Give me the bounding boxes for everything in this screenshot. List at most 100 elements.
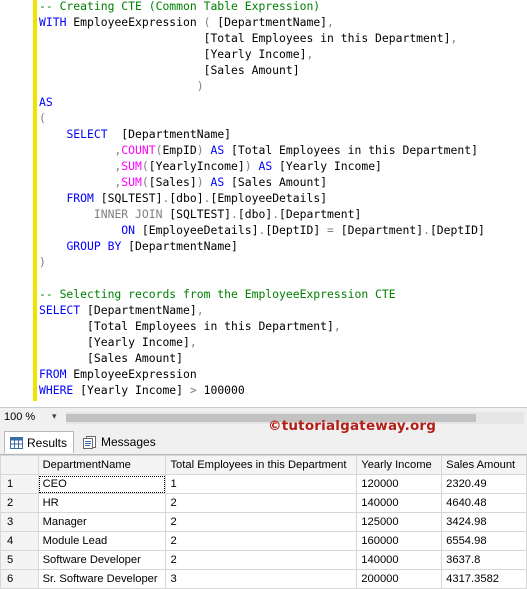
- table-cell[interactable]: 120000: [356, 474, 443, 494]
- table-cell[interactable]: 2: [165, 512, 358, 532]
- tab-results[interactable]: Results: [4, 431, 74, 453]
- code-line[interactable]: ): [39, 254, 485, 270]
- table-cell[interactable]: 3637.8: [441, 550, 527, 570]
- table-cell[interactable]: 2: [165, 550, 358, 570]
- code-token: [DeptID]: [265, 223, 321, 237]
- code-token: EmpID: [162, 143, 197, 157]
- code-token: ,: [196, 303, 204, 317]
- code-token: AS: [39, 95, 53, 109]
- table-cell[interactable]: Module Lead: [37, 531, 167, 551]
- code-line[interactable]: ): [39, 78, 485, 94]
- code-token: [Department]: [340, 223, 424, 237]
- code-line[interactable]: (: [39, 110, 485, 126]
- row-number[interactable]: 4: [0, 531, 39, 551]
- column-header[interactable]: Sales Amount: [441, 455, 527, 475]
- table-cell[interactable]: Sr. Software Developer: [37, 569, 167, 589]
- code-line[interactable]: SELECT [DepartmentName]: [39, 126, 485, 142]
- code-token: [Total Employees in this Department]: [39, 319, 334, 333]
- code-token: ,: [189, 335, 197, 349]
- table-cell[interactable]: 3424.98: [441, 512, 527, 532]
- table-cell[interactable]: HR: [37, 493, 167, 513]
- code-token: WHERE: [39, 383, 74, 397]
- table-cell[interactable]: 125000: [356, 512, 443, 532]
- code-line[interactable]: -- Selecting records from the EmployeeEx…: [39, 286, 485, 302]
- code-line[interactable]: WHERE [Yearly Income] > 100000: [39, 382, 485, 398]
- code-token: SUM: [121, 175, 142, 189]
- column-header[interactable]: Yearly Income: [356, 455, 443, 475]
- code-token: ,: [333, 319, 341, 333]
- table-row[interactable]: 2 HR 2 140000 4640.48: [0, 493, 527, 513]
- code-line[interactable]: INNER JOIN [SQLTEST].[dbo].[Department]: [39, 206, 485, 222]
- table-cell[interactable]: 2: [165, 531, 358, 551]
- table-cell[interactable]: 200000: [356, 569, 443, 589]
- corner-cell[interactable]: [0, 455, 39, 475]
- code-line[interactable]: FROM EmployeeExpression: [39, 366, 485, 382]
- tab-messages[interactable]: Messages: [78, 431, 156, 453]
- results-grid[interactable]: DepartmentName Total Employees in this D…: [0, 454, 527, 589]
- code-token: ON: [121, 223, 136, 237]
- code-token: FROM: [66, 191, 94, 205]
- table-cell[interactable]: 4317.3582: [441, 569, 527, 589]
- code-token: ): [196, 143, 204, 157]
- row-number[interactable]: 1: [0, 474, 39, 494]
- code-token: -- Creating CTE (Common Table Expression…: [39, 0, 321, 13]
- row-number[interactable]: 3: [0, 512, 39, 532]
- code-token: AS: [251, 159, 273, 173]
- column-header[interactable]: DepartmentName: [37, 455, 167, 475]
- row-number[interactable]: 5: [0, 550, 39, 570]
- table-row[interactable]: 6 Sr. Software Developer 3 200000 4317.3582: [0, 569, 527, 589]
- code-line[interactable]: GROUP BY [DepartmentName]: [39, 238, 485, 254]
- row-number[interactable]: 2: [0, 493, 39, 513]
- code-line[interactable]: WITH EmployeeExpression ( [DepartmentNam…: [39, 14, 485, 30]
- table-cell[interactable]: 140000: [356, 493, 443, 513]
- table-row[interactable]: 5 Software Developer 2 140000 3637.8: [0, 550, 527, 570]
- table-cell[interactable]: 6554.98: [441, 531, 527, 551]
- code-line[interactable]: ,COUNT(EmpID) AS [Total Employees in thi…: [39, 142, 485, 158]
- table-row[interactable]: 1 CEO 1 120000 2320.49: [0, 474, 527, 494]
- code-line[interactable]: SELECT [DepartmentName],: [39, 302, 485, 318]
- code-line[interactable]: FROM [SQLTEST].[dbo].[EmployeeDetails]: [39, 190, 485, 206]
- table-cell[interactable]: 160000: [356, 531, 443, 551]
- zoom-dropdown[interactable]: 100 % ▾: [4, 411, 60, 425]
- code-token: [Sales Amount]: [39, 63, 300, 77]
- table-cell[interactable]: 3: [165, 569, 358, 589]
- code-token: (: [39, 111, 46, 125]
- messages-icon: [83, 435, 96, 449]
- code-line[interactable]: [Total Employees in this Department],: [39, 318, 485, 334]
- code-token: EmployeeExpression: [66, 15, 204, 29]
- query-editor[interactable]: -- Creating CTE (Common Table Expression…: [0, 0, 527, 407]
- column-header[interactable]: Total Employees in this Department: [165, 455, 358, 475]
- code-line[interactable]: ON [EmployeeDetails].[DeptID] = [Departm…: [39, 222, 485, 238]
- code-line[interactable]: [39, 270, 485, 286]
- table-cell[interactable]: Manager: [37, 512, 167, 532]
- table-cell[interactable]: 1: [165, 474, 358, 494]
- code-token: [YearlyIncome]: [148, 159, 245, 173]
- code-line[interactable]: [Sales Amount]: [39, 350, 485, 366]
- code-line[interactable]: [Yearly Income],: [39, 46, 485, 62]
- table-row[interactable]: 4 Module Lead 2 160000 6554.98: [0, 531, 527, 551]
- code-token: ,: [327, 15, 334, 29]
- code-line[interactable]: -- Creating CTE (Common Table Expression…: [39, 0, 485, 14]
- table-cell[interactable]: 2320.49: [441, 474, 527, 494]
- code-line[interactable]: AS: [39, 94, 485, 110]
- table-cell[interactable]: CEO: [37, 474, 167, 494]
- table-cell[interactable]: 140000: [356, 550, 443, 570]
- code-token: .: [231, 207, 238, 221]
- code-token: GROUP BY: [66, 239, 122, 253]
- table-cell[interactable]: 4640.48: [441, 493, 527, 513]
- code-line[interactable]: [Yearly Income],: [39, 334, 485, 350]
- sql-code[interactable]: -- Creating CTE (Common Table Expression…: [39, 0, 485, 398]
- code-line[interactable]: ,SUM([Sales]) AS [Sales Amount]: [39, 174, 485, 190]
- table-row[interactable]: 3 Manager 2 125000 3424.98: [0, 512, 527, 532]
- table-cell[interactable]: Software Developer: [37, 550, 167, 570]
- table-cell[interactable]: 2: [165, 493, 358, 513]
- chevron-down-icon[interactable]: ▾: [52, 411, 57, 422]
- code-line[interactable]: ,SUM([YearlyIncome]) AS [Yearly Income]: [39, 158, 485, 174]
- row-number[interactable]: 6: [0, 569, 39, 589]
- code-line[interactable]: [Sales Amount]: [39, 62, 485, 78]
- code-token: [SQLTEST]: [93, 191, 163, 205]
- code-line[interactable]: [Total Employees in this Department],: [39, 30, 485, 46]
